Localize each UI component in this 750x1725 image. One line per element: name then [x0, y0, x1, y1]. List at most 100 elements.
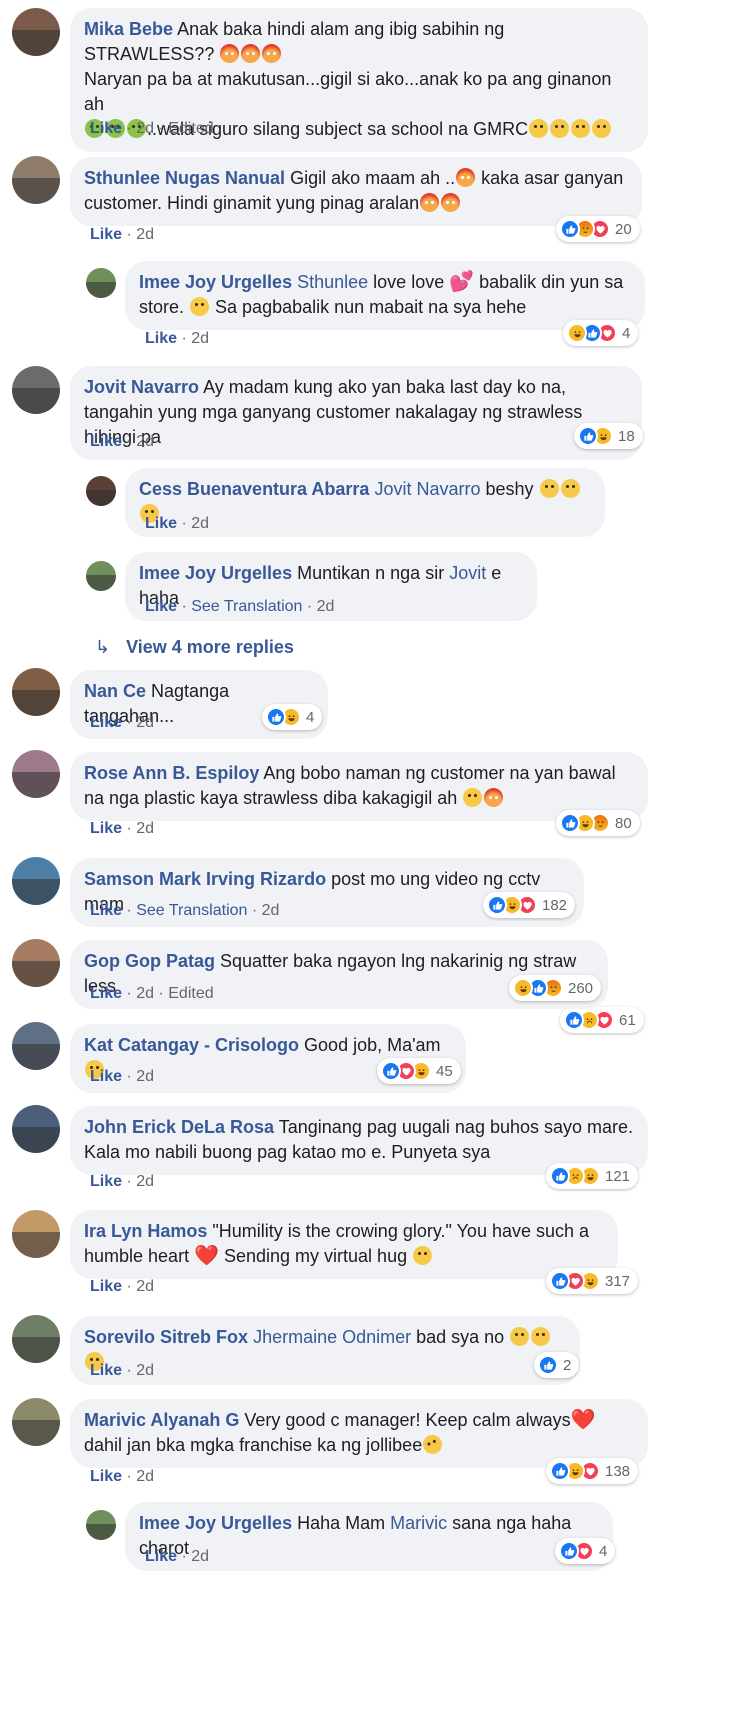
comment-author-link[interactable]: Sthunlee Nugas Nanual [84, 168, 285, 188]
comment-meta: Like · 2d [90, 1068, 155, 1085]
mention-link[interactable]: Jovit Navarro [374, 479, 480, 499]
comment-author-link[interactable]: John Erick DeLa Rosa [84, 1117, 274, 1137]
avatar[interactable] [86, 268, 116, 298]
avatar[interactable] [12, 1398, 60, 1446]
edited-label[interactable]: Edited [168, 985, 213, 1002]
like-button[interactable]: Like [145, 330, 177, 347]
reaction-summary[interactable]: 2 [534, 1352, 580, 1378]
comment-timestamp[interactable]: 2d [136, 226, 154, 243]
comment-author-link[interactable]: Nan Ce [84, 681, 146, 701]
reaction-summary[interactable]: 45 [377, 1058, 461, 1084]
mention-link[interactable]: Jhermaine Odnimer [253, 1327, 411, 1347]
comment-author-link[interactable]: Imee Joy Urgelles [139, 272, 292, 292]
comment-timestamp[interactable]: 2d [136, 820, 154, 837]
angry-emoji [420, 193, 440, 212]
comment-timestamp[interactable]: 2d [136, 120, 154, 137]
mention-link[interactable]: Jovit [449, 563, 486, 583]
reaction-summary[interactable]: 4 [563, 320, 639, 346]
comment-timestamp[interactable]: 2d [136, 1068, 154, 1085]
comment-author-link[interactable]: Imee Joy Urgelles [139, 563, 292, 583]
comment-timestamp[interactable]: 2d [136, 985, 154, 1002]
reaction-count: 4 [306, 708, 315, 726]
reaction-summary[interactable]: 317 [546, 1268, 639, 1294]
avatar[interactable] [86, 1510, 116, 1540]
avatar[interactable] [12, 1315, 60, 1363]
like-button[interactable]: Like [145, 598, 177, 615]
comment-meta: Like · 2d [90, 1362, 155, 1379]
see-translation-link[interactable]: See Translation [191, 598, 302, 615]
comment-author-link[interactable]: Kat Catangay - Crisologo [84, 1035, 299, 1055]
like-button[interactable]: Like [90, 1173, 122, 1190]
like-button[interactable]: Like [145, 1548, 177, 1565]
like-button[interactable]: Like [90, 1468, 122, 1485]
edited-label[interactable]: Edited [168, 120, 213, 137]
frown-emoji [531, 1327, 551, 1346]
comment-timestamp[interactable]: 2d [136, 1362, 154, 1379]
comment-author-link[interactable]: Cess Buenaventura Abarra [139, 479, 369, 499]
reaction-summary[interactable]: 138 [546, 1458, 639, 1484]
mention-link[interactable]: Marivic [390, 1513, 447, 1533]
reaction-summary[interactable]: 4 [555, 1538, 616, 1564]
neutral-emoji [529, 119, 549, 138]
comment-author-link[interactable]: Sorevilo Sitreb Fox [84, 1327, 248, 1347]
avatar[interactable] [86, 561, 116, 591]
reaction-summary[interactable]: 182 [483, 892, 576, 918]
avatar[interactable] [12, 1105, 60, 1153]
like-button[interactable]: Like [90, 120, 122, 137]
avatar[interactable] [12, 1210, 60, 1258]
comment-timestamp[interactable]: 2d [191, 515, 209, 532]
avatar[interactable] [12, 366, 60, 414]
reaction-summary[interactable]: 61 [560, 1007, 644, 1033]
comment-timestamp[interactable]: 2d [191, 1548, 209, 1565]
avatar[interactable] [12, 857, 60, 905]
reaction-summary[interactable]: 121 [546, 1163, 639, 1189]
comment-timestamp[interactable]: 2d [136, 1278, 154, 1295]
reaction-like-icon [559, 1541, 579, 1561]
comment-timestamp[interactable]: 2d [191, 330, 209, 347]
comment-author-link[interactable]: Rose Ann B. Espiloy [84, 763, 259, 783]
like-button[interactable]: Like [90, 1278, 122, 1295]
comment-author-link[interactable]: Jovit Navarro [84, 377, 199, 397]
avatar[interactable] [12, 156, 60, 204]
like-button[interactable]: Like [90, 1068, 122, 1085]
like-button[interactable]: Like [90, 226, 122, 243]
like-button[interactable]: Like [90, 902, 122, 919]
comment-timestamp[interactable]: 2d [262, 902, 280, 919]
comment-meta: Like · 2d [90, 433, 155, 450]
like-button[interactable]: Like [90, 985, 122, 1002]
like-button[interactable]: Like [90, 433, 122, 450]
like-button[interactable]: Like [90, 1362, 122, 1379]
reaction-summary[interactable]: 260 [509, 975, 602, 1001]
view-more-replies-link[interactable]: ↳ View 4 more replies [95, 637, 294, 658]
mention-link[interactable]: Sthunlee [297, 272, 368, 292]
like-button[interactable]: Like [90, 820, 122, 837]
avatar[interactable] [12, 8, 60, 56]
comment-timestamp[interactable]: 2d [136, 714, 154, 731]
comment-timestamp[interactable]: 2d [136, 433, 154, 450]
comment-author-link[interactable]: Ira Lyn Hamos [84, 1221, 207, 1241]
comment-text: Good job, Ma'am [304, 1035, 441, 1055]
comment-text: love love [368, 272, 450, 292]
comment-author-link[interactable]: Marivic Alyanah G [84, 1410, 239, 1430]
comment-author-link[interactable]: Samson Mark Irving Rizardo [84, 869, 326, 889]
like-button[interactable]: Like [145, 515, 177, 532]
comment-timestamp[interactable]: 2d [136, 1468, 154, 1485]
comment-author-link[interactable]: Gop Gop Patag [84, 951, 215, 971]
avatar[interactable] [12, 750, 60, 798]
comment-timestamp[interactable]: 2d [317, 598, 335, 615]
avatar[interactable] [12, 1022, 60, 1070]
comment-author-link[interactable]: Mika Bebe [84, 19, 173, 39]
comment-timestamp[interactable]: 2d [136, 1173, 154, 1190]
avatar[interactable] [86, 476, 116, 506]
avatar[interactable] [12, 668, 60, 716]
comment-author-link[interactable]: Imee Joy Urgelles [139, 1513, 292, 1533]
reaction-count: 61 [619, 1011, 636, 1029]
reaction-summary[interactable]: 80 [556, 810, 640, 836]
see-translation-link[interactable]: See Translation [136, 902, 247, 919]
like-button[interactable]: Like [90, 714, 122, 731]
avatar[interactable] [12, 939, 60, 987]
reaction-summary[interactable]: 20 [556, 216, 640, 242]
comment-meta: Like · 2d [90, 1278, 155, 1295]
reaction-summary[interactable]: 18 [574, 423, 643, 449]
reaction-summary[interactable]: 4 [262, 704, 323, 730]
